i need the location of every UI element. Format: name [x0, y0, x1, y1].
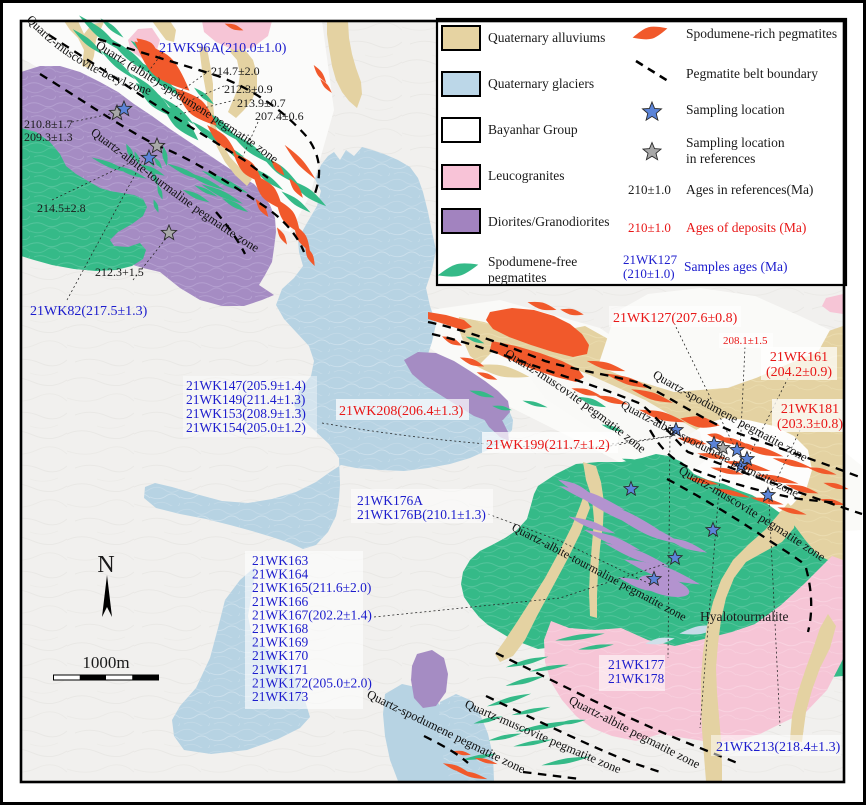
svg-text:214.7±2.0: 214.7±2.0 [211, 64, 260, 78]
svg-text:212.3±0.9: 212.3±0.9 [224, 82, 273, 96]
svg-text:Quaternary alluviums: Quaternary alluviums [488, 30, 605, 45]
svg-text:21WK178: 21WK178 [608, 671, 664, 686]
svg-text:pegmatites: pegmatites [488, 270, 546, 285]
svg-text:21WK153(208.9±1.3): 21WK153(208.9±1.3) [186, 406, 306, 421]
svg-text:212.3+1.5: 212.3+1.5 [95, 265, 144, 279]
svg-text:21WK147(205.9±1.4): 21WK147(205.9±1.4) [186, 378, 306, 393]
svg-text:21WK213(218.4±1.3): 21WK213(218.4±1.3) [716, 740, 841, 755]
svg-text:21WK96A(210.0±1.0): 21WK96A(210.0±1.0) [159, 41, 287, 56]
svg-text:Quaternary glaciers: Quaternary glaciers [488, 76, 594, 91]
svg-text:21WK177: 21WK177 [608, 657, 664, 672]
svg-text:Ages of deposits (Ma): Ages of deposits (Ma) [686, 220, 806, 235]
svg-text:213.9±0.7: 213.9±0.7 [237, 96, 286, 110]
svg-text:21WK173: 21WK173 [252, 689, 308, 704]
svg-text:209.3±1.3: 209.3±1.3 [24, 130, 73, 144]
svg-text:21WK199(211.7±1.2): 21WK199(211.7±1.2) [486, 438, 610, 453]
svg-text:21WK154(205.0±1.2): 21WK154(205.0±1.2) [186, 420, 306, 435]
svg-text:214.5±2.8: 214.5±2.8 [37, 201, 86, 215]
svg-text:Leucogranites: Leucogranites [488, 168, 564, 183]
svg-text:Samples ages (Ma): Samples ages (Ma) [684, 259, 787, 274]
svg-text:1000m: 1000m [82, 653, 129, 672]
svg-text:208.1±1.5: 208.1±1.5 [723, 335, 768, 347]
svg-text:Ages in references(Ma): Ages in references(Ma) [686, 182, 813, 197]
svg-text:Sampling location: Sampling location [686, 135, 785, 150]
svg-text:Diorites/Granodiorites: Diorites/Granodiorites [488, 214, 609, 229]
svg-text:Spodumene-rich pegmatites: Spodumene-rich pegmatites [686, 26, 837, 41]
svg-text:(203.3±0.8): (203.3±0.8) [777, 417, 843, 432]
svg-text:210±1.0: 210±1.0 [628, 182, 671, 197]
svg-text:(210±1.0): (210±1.0) [623, 266, 675, 281]
svg-text:in references: in references [686, 151, 755, 166]
svg-text:207.4±0.6: 207.4±0.6 [255, 109, 304, 123]
svg-text:210.8±1.7: 210.8±1.7 [24, 117, 73, 131]
svg-text:21WK208(206.4±1.3): 21WK208(206.4±1.3) [339, 404, 464, 419]
svg-text:210±1.0: 210±1.0 [628, 220, 671, 235]
svg-text:21WK127(207.6±0.8): 21WK127(207.6±0.8) [613, 311, 738, 326]
svg-text:21WK176B(210.1±1.3): 21WK176B(210.1±1.3) [357, 507, 486, 522]
svg-text:21WK149(211.4±1.3): 21WK149(211.4±1.3) [186, 392, 305, 407]
svg-text:21WK181: 21WK181 [781, 402, 839, 417]
svg-text:(204.2±0.9): (204.2±0.9) [766, 365, 832, 380]
svg-text:21WK161: 21WK161 [770, 350, 828, 365]
svg-text:Bayanhar Group: Bayanhar Group [488, 122, 578, 137]
svg-text:21WK82(217.5±1.3): 21WK82(217.5±1.3) [30, 304, 148, 319]
svg-text:Sampling location: Sampling location [686, 102, 785, 117]
svg-text:21WK176A: 21WK176A [357, 493, 423, 508]
svg-text:Spodumene-free: Spodumene-free [488, 254, 577, 269]
svg-text:Pegmatite belt boundary: Pegmatite belt boundary [686, 66, 818, 81]
svg-text:21WK127: 21WK127 [623, 252, 678, 267]
svg-text:Hyalotourmalite: Hyalotourmalite [700, 609, 788, 624]
svg-text:N: N [97, 552, 114, 578]
